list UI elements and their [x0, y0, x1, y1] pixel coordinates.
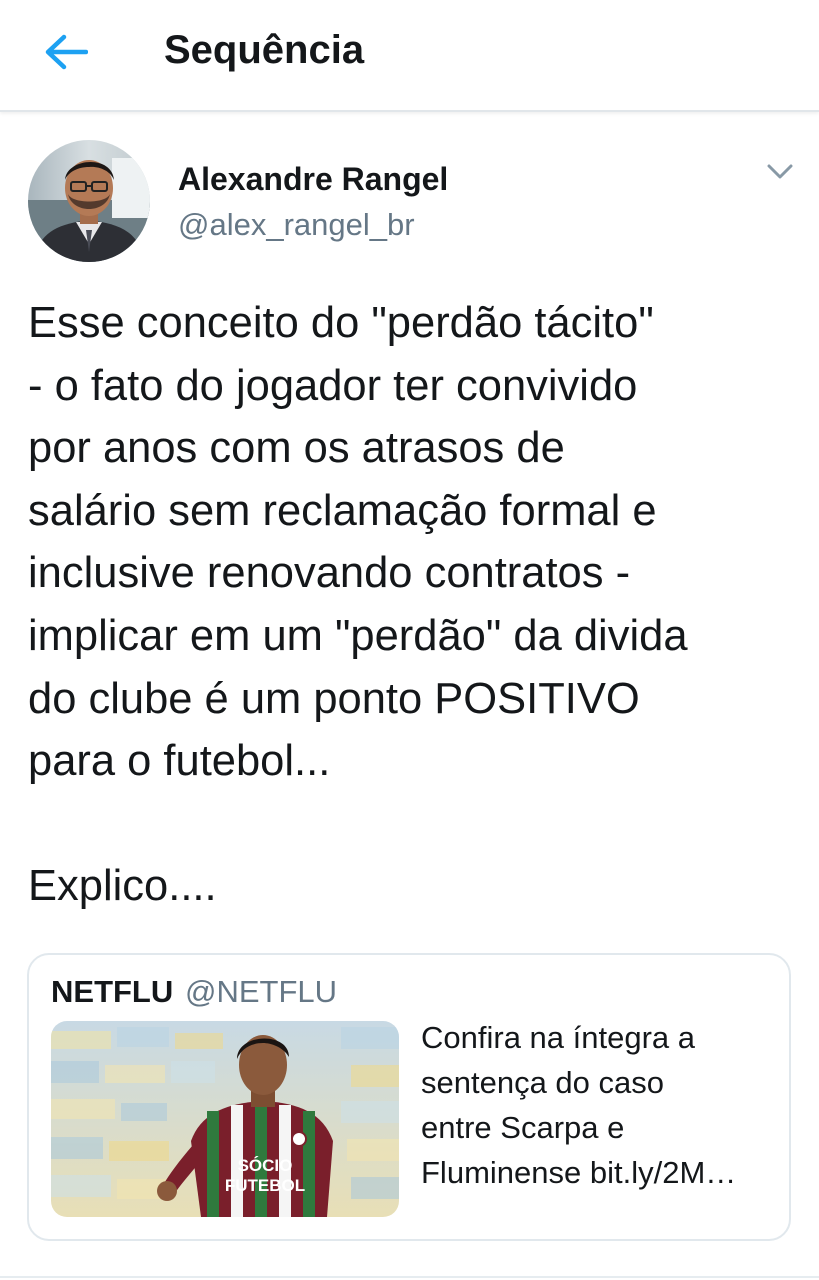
quoted-tweet-text: Confira na íntegra a sentença do caso en… [421, 1020, 737, 1190]
chevron-down-icon [767, 164, 793, 179]
jersey-sponsor-line2: FUTEBOL [225, 1176, 305, 1195]
author-avatar[interactable] [28, 140, 150, 262]
quoted-tweet-image[interactable]: SÓCIO FUTEBOL [51, 1021, 399, 1217]
bottom-divider [0, 1276, 819, 1278]
club-crest-icon [291, 1131, 307, 1147]
page-title: Sequência [164, 28, 365, 72]
top-app-bar: Sequência [0, 0, 819, 112]
back-button[interactable] [34, 22, 98, 82]
author-display-name[interactable]: Alexandre Rangel [178, 158, 448, 200]
tweet-text: Esse conceito do "perdão tácito" - o fat… [28, 299, 688, 911]
quoted-author-name: NETFLU [51, 974, 174, 1009]
tweet-menu-button[interactable] [762, 156, 798, 188]
avatar-photo [28, 140, 150, 262]
quoted-tweet-card[interactable]: NETFLU @NETFLU SÓCIO FUTEBOL Confira na … [27, 953, 791, 1241]
jersey-sponsor-line1: SÓCIO [238, 1156, 293, 1175]
quoted-author-handle: @NETFLU [185, 974, 338, 1009]
arrow-left-icon [45, 34, 88, 70]
player-photo: SÓCIO FUTEBOL [51, 1021, 399, 1217]
author-handle[interactable]: @alex_rangel_br [178, 204, 415, 246]
